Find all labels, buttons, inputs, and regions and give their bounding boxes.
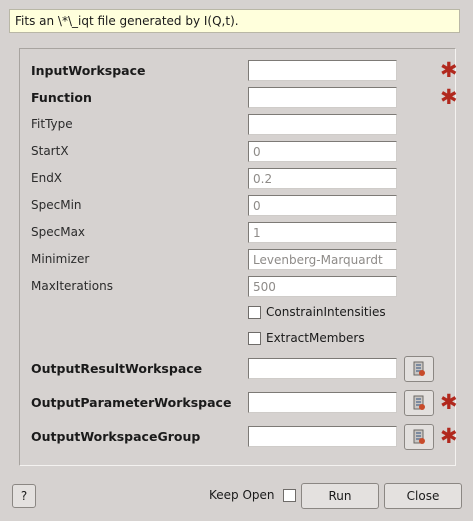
workspace-icon [413,395,425,410]
workspace-icon [413,429,425,444]
output-workspace-group-field[interactable] [248,426,397,447]
workspace-icon [413,361,425,376]
function-label: Function [31,90,92,105]
close-button[interactable]: Close [384,483,462,509]
start-x-field[interactable] [248,141,397,162]
input-workspace-field[interactable] [248,60,397,81]
spec-min-label: SpecMin [31,198,82,212]
max-iterations-label: MaxIterations [31,279,113,293]
keep-open-label: Keep Open [209,488,275,502]
required-star-icon: ✱ [440,85,458,109]
fit-type-field[interactable] [248,114,397,135]
output-parameter-workspace-label: OutputParameterWorkspace [31,395,232,410]
function-field[interactable] [248,87,397,108]
output-result-workspace-label: OutputResultWorkspace [31,361,203,376]
browse-workspace-button[interactable] [404,390,434,416]
fit-type-label: FitType [31,117,73,131]
end-x-field[interactable] [248,168,397,189]
algorithm-description: Fits an \*\_iqt file generated by I(Q,t)… [9,9,460,33]
browse-workspace-button[interactable] [404,356,434,382]
extract-members-checkbox[interactable] [248,332,261,345]
keep-open-checkbox[interactable] [283,489,296,502]
end-x-label: EndX [31,171,63,185]
required-star-icon: ✱ [440,424,458,448]
run-button[interactable]: Run [301,483,379,509]
output-parameter-workspace-field[interactable] [248,392,397,413]
minimizer-field[interactable] [248,249,397,270]
output-workspace-group-label: OutputWorkspaceGroup [31,429,201,444]
start-x-label: StartX [31,144,69,158]
required-star-icon: ✱ [440,390,458,414]
max-iterations-field[interactable] [248,276,397,297]
required-star-icon: ✱ [440,58,458,82]
extract-members-label: ExtractMembers [266,331,365,345]
output-result-workspace-field[interactable] [248,358,397,379]
help-button[interactable]: ? [12,484,36,508]
input-workspace-label: InputWorkspace [31,63,146,78]
spec-max-field[interactable] [248,222,397,243]
constrain-intensities-checkbox[interactable] [248,306,261,319]
spec-min-field[interactable] [248,195,397,216]
minimizer-label: Minimizer [31,252,90,266]
browse-workspace-button[interactable] [404,424,434,450]
spec-max-label: SpecMax [31,225,86,239]
constrain-intensities-label: ConstrainIntensities [266,305,386,319]
